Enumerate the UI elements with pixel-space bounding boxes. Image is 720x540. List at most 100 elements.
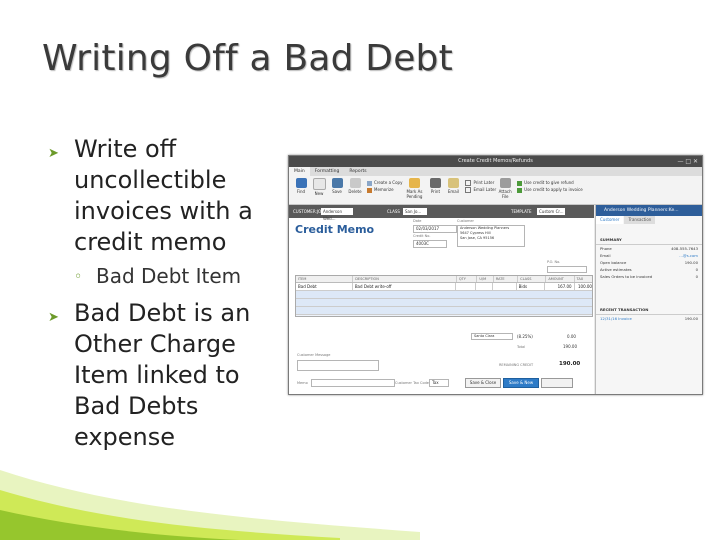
summary-row-label: Sales Orders to be invoiced	[600, 274, 653, 279]
customer-message-label: Customer Message	[297, 353, 331, 357]
customer-bar: CUSTOMER:JOB Anderson Wed... CLASS San J…	[289, 205, 594, 221]
new-button[interactable]: New	[310, 176, 328, 196]
form-title: Credit Memo	[295, 223, 375, 236]
email-later-checkbox[interactable]: Email Later	[465, 186, 496, 193]
cell-rate[interactable]	[493, 283, 517, 290]
customer-side-panel: Anderson Wedding Planners:Ke... Customer…	[595, 205, 702, 394]
summary-row-label: Open balance	[600, 260, 627, 265]
address-line: San Jose, CA 95156	[460, 236, 495, 240]
save-close-button[interactable]: Save & Close	[465, 378, 501, 388]
memorize-button[interactable]: Memorize	[367, 186, 402, 193]
column-header: ITEM	[296, 276, 354, 282]
find-arrows-icon	[295, 178, 307, 188]
print-later-label: Print Later	[473, 180, 495, 185]
summary-row-label: Active estimates	[600, 267, 632, 272]
summary-row-value[interactable]: ...@s.com	[679, 252, 698, 259]
column-header: U/M	[477, 276, 494, 282]
tab-main[interactable]: Main	[289, 167, 310, 176]
clear-button[interactable]	[541, 378, 573, 388]
decorative-wave	[0, 470, 420, 540]
summary-row-value[interactable]: 190.00	[685, 259, 698, 266]
cell-description[interactable]: Bad Debt write-off	[353, 283, 456, 290]
window-title: Create Credit Memos/Refunds	[458, 158, 533, 164]
remaining-credit-amount: 190.00	[559, 361, 581, 367]
copy-icon	[367, 180, 372, 186]
summary-row: Phone 408-555-7643	[596, 245, 702, 252]
create-copy-button[interactable]: Create a Copy	[367, 179, 402, 186]
customer-address-box[interactable]: Anderson Wedding Planners 5647 Cypress H…	[457, 225, 525, 247]
use-credit-group: Use credit to give refund Use credit to …	[517, 176, 583, 193]
tab-reports[interactable]: Reports	[344, 167, 371, 176]
attach-file-button[interactable]: Attach File	[496, 176, 514, 199]
create-copy-label: Create a Copy	[374, 180, 403, 185]
summary-row-label: Email	[600, 253, 611, 258]
summary-row-value: 408-555-7643	[671, 246, 698, 251]
use-credit-refund-label: Use credit to give refund	[524, 180, 574, 185]
credit-no-field[interactable]: 4003C	[413, 240, 447, 248]
printer-icon	[429, 178, 441, 188]
template-select[interactable]: Custom Cr...	[537, 208, 565, 215]
window-controls-icon[interactable]: — □ ✕	[677, 156, 698, 167]
tax-item-select[interactable]: Santa Clara	[471, 333, 513, 340]
envelope-icon	[447, 178, 459, 188]
customer-job-label: CUSTOMER:JOB	[293, 209, 324, 214]
bullet-item: ➤ Write off uncollectible invoices with …	[48, 134, 278, 258]
bullet-list: ➤ Write off uncollectible invoices with …	[48, 134, 278, 457]
column-header: QTY	[457, 276, 478, 282]
save-button[interactable]: Save	[328, 176, 346, 194]
customer-tax-code-select[interactable]: Tax	[429, 379, 449, 387]
cell-qty[interactable]	[456, 283, 477, 290]
customer-message-field[interactable]	[297, 360, 379, 371]
tax-amount: 0.00	[567, 334, 576, 339]
summary-row: Active estimates 0	[596, 266, 702, 273]
email-button[interactable]: Email	[444, 176, 462, 194]
customer-job-select[interactable]: Anderson Wed...	[321, 208, 353, 221]
table-row[interactable]	[296, 299, 592, 307]
remaining-credit-label: REMAINING CREDIT	[499, 363, 534, 367]
bullet-text: Write off uncollectible invoices with a …	[74, 135, 253, 256]
date-label: Date	[413, 219, 422, 223]
cell-um[interactable]	[476, 283, 493, 290]
use-credit-refund-button[interactable]: Use credit to give refund	[517, 179, 583, 186]
recent-transaction-row[interactable]: 12/31/16 Invoice 190.00	[596, 315, 702, 322]
credit-memo-window: Create Credit Memos/Refunds — □ ✕ Main F…	[288, 155, 703, 395]
mark-pending-button[interactable]: Mark As Pending	[402, 176, 426, 199]
form-area: CUSTOMER:JOB Anderson Wed... CLASS San J…	[289, 205, 594, 394]
po-field[interactable]	[547, 266, 587, 273]
save-new-button[interactable]: Save & New	[503, 378, 539, 388]
ribbon-tabs: Main Formatting Reports	[289, 167, 702, 176]
table-header: ITEM DESCRIPTION QTY U/M RATE CLASS AMOU…	[296, 276, 592, 283]
summary-row-value[interactable]: 0	[696, 266, 698, 273]
class-select[interactable]: San Jo...	[403, 208, 427, 215]
email-later-label: Email Later	[473, 187, 497, 192]
use-credit-apply-button[interactable]: Use credit to apply to invoice	[517, 186, 583, 193]
side-panel-header[interactable]: Anderson Wedding Planners:Ke...	[596, 205, 702, 216]
tab-formatting[interactable]: Formatting	[310, 167, 345, 176]
summary-row-value[interactable]: 0	[696, 273, 698, 280]
checkbox-icon	[465, 187, 472, 193]
table-row[interactable]	[296, 291, 592, 299]
cell-amount[interactable]: 167.00	[545, 283, 575, 290]
print-later-checkbox[interactable]: Print Later	[465, 179, 496, 186]
find-button[interactable]: Find	[292, 176, 310, 194]
table-row[interactable]: Bad Debt Bad Debt write-off Bids 167.00 …	[296, 283, 592, 291]
cell-item[interactable]: Bad Debt	[296, 283, 353, 290]
cell-tax[interactable]: 100.00	[575, 283, 592, 290]
line-items-table: ITEM DESCRIPTION QTY U/M RATE CLASS AMOU…	[295, 275, 593, 317]
date-field[interactable]: 02/03/2017	[413, 225, 457, 233]
pending-icon	[408, 178, 420, 188]
table-row[interactable]	[296, 307, 592, 315]
memo-field[interactable]	[311, 379, 395, 387]
summary-heading: SUMMARY	[596, 236, 702, 245]
print-label: Print	[430, 189, 441, 194]
memo-label: Memo	[297, 381, 308, 385]
total-label: Total	[517, 345, 526, 349]
customer-tax-code-label: Customer Tax Code	[395, 381, 429, 385]
sub-bullet-text: Bad Debt Item	[96, 264, 242, 288]
tab-customer[interactable]: Customer	[596, 216, 624, 224]
summary-row: Open balance 190.00	[596, 259, 702, 266]
delete-button[interactable]: Delete	[346, 176, 364, 194]
tab-transaction[interactable]: Transaction	[624, 216, 656, 224]
print-button[interactable]: Print	[426, 176, 444, 194]
cell-class[interactable]: Bids	[517, 283, 545, 290]
